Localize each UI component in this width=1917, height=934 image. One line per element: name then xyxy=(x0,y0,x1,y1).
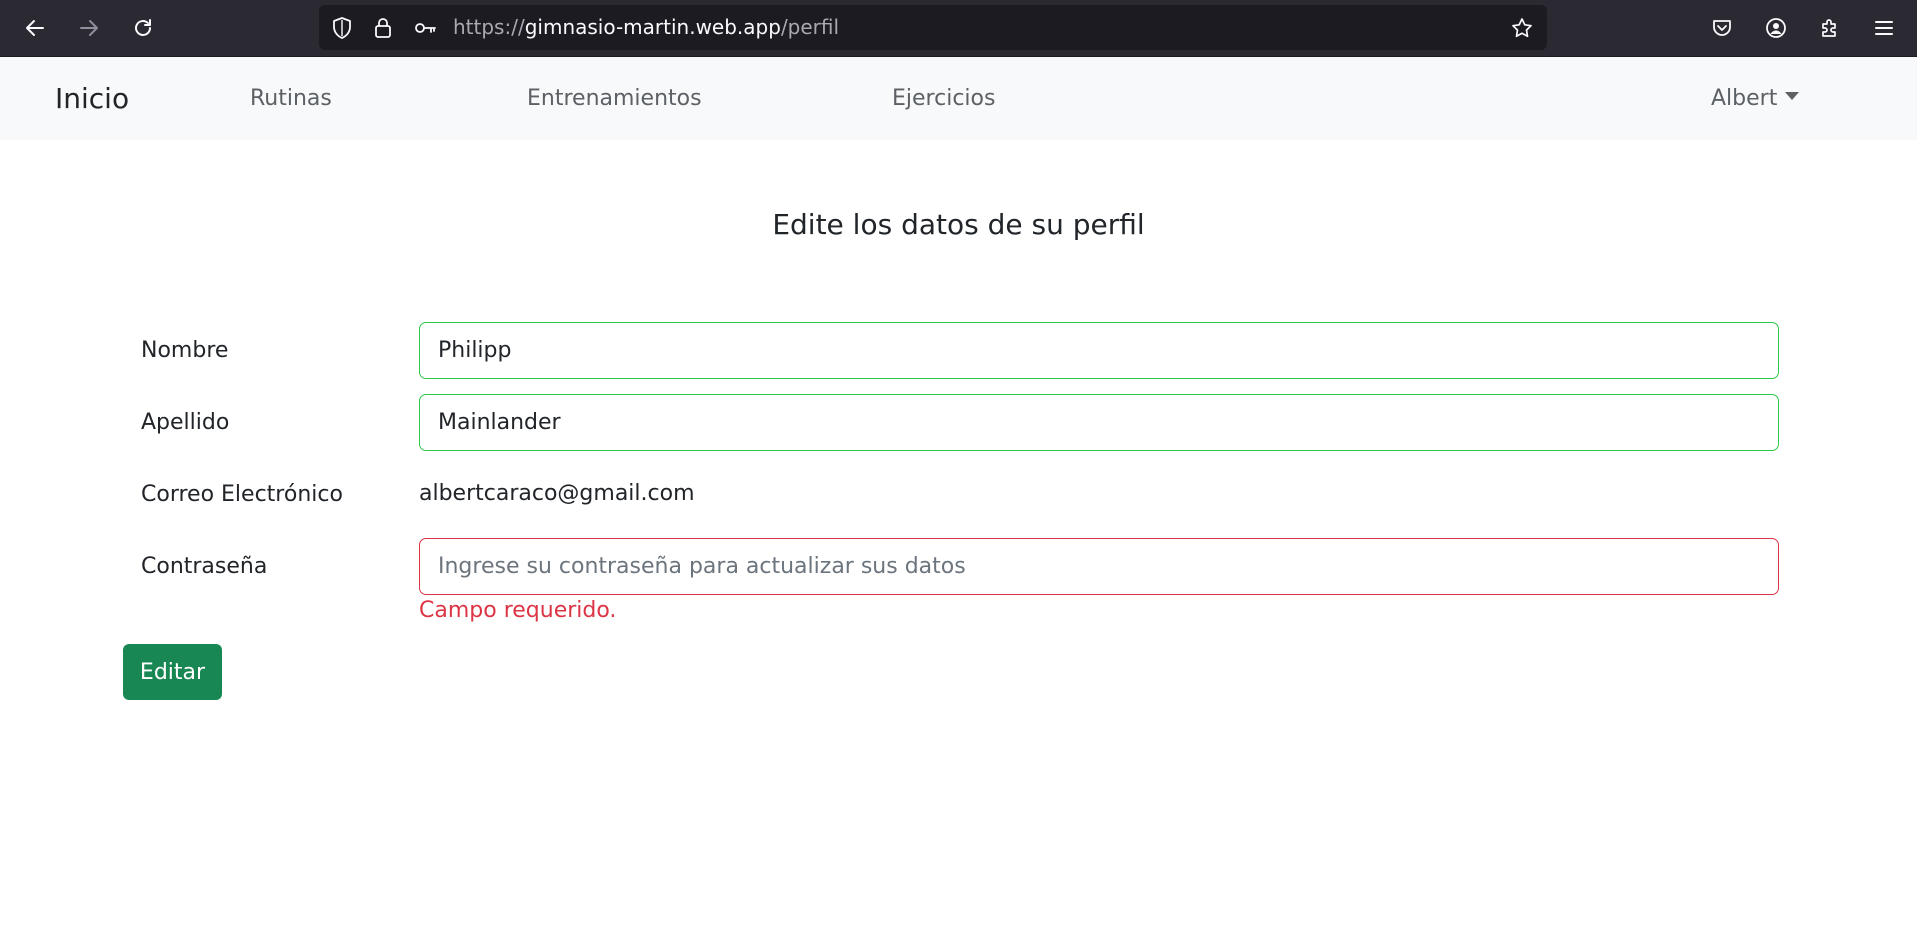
correo-label: Correo Electrónico xyxy=(141,482,343,507)
apellido-label: Apellido xyxy=(141,410,230,435)
contrasena-input[interactable] xyxy=(419,538,1779,595)
browser-toolbar: https://gimnasio-martin.web.app/perfil xyxy=(0,0,1917,57)
apellido-input[interactable] xyxy=(419,394,1779,451)
extensions-icon[interactable] xyxy=(1816,14,1844,42)
bookmark-star-icon[interactable] xyxy=(1510,16,1534,40)
nombre-label: Nombre xyxy=(141,338,229,363)
menu-icon[interactable] xyxy=(1870,14,1898,42)
editar-button[interactable]: Editar xyxy=(123,644,222,700)
nav-link-ejercicios[interactable]: Ejercicios xyxy=(892,57,995,140)
nombre-input[interactable] xyxy=(419,322,1779,379)
account-icon[interactable] xyxy=(1762,14,1790,42)
forward-arrow-icon[interactable] xyxy=(71,10,107,46)
shield-icon[interactable] xyxy=(330,16,354,40)
nav-brand-inicio[interactable]: Inicio xyxy=(55,57,129,140)
caret-down-icon xyxy=(1785,92,1800,100)
user-name: Albert xyxy=(1711,86,1778,111)
address-bar[interactable]: https://gimnasio-martin.web.app/perfil xyxy=(319,5,1547,50)
contrasena-error: Campo requerido. xyxy=(419,598,617,623)
pocket-icon[interactable] xyxy=(1708,14,1736,42)
lock-icon[interactable] xyxy=(371,16,395,40)
key-icon[interactable] xyxy=(413,16,437,40)
correo-value: albertcaraco@gmail.com xyxy=(419,481,695,506)
user-dropdown[interactable]: Albert xyxy=(1711,57,1800,140)
back-arrow-icon[interactable] xyxy=(17,10,53,46)
page-title: Edite los datos de su perfil xyxy=(772,208,1145,241)
nav-link-rutinas[interactable]: Rutinas xyxy=(250,57,332,140)
reload-icon[interactable] xyxy=(125,10,161,46)
url-text[interactable]: https://gimnasio-martin.web.app/perfil xyxy=(453,5,839,50)
app-navbar: Inicio Rutinas Entrenamientos Ejercicios… xyxy=(0,57,1917,140)
nav-link-entrenamientos[interactable]: Entrenamientos xyxy=(527,57,702,140)
contrasena-label: Contraseña xyxy=(141,554,268,579)
